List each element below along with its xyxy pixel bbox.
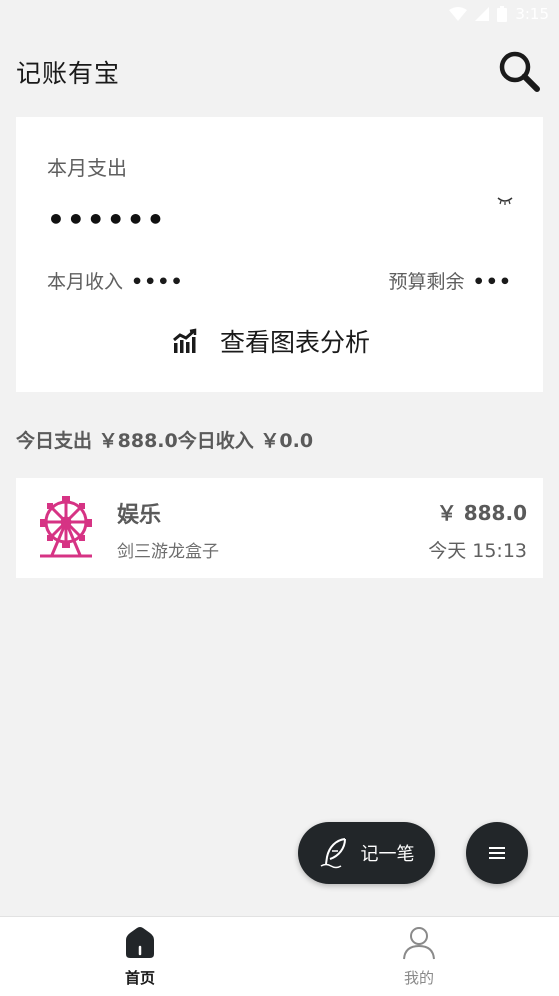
search-button[interactable] <box>496 48 544 92</box>
month-income-label: 本月收入 <box>47 271 124 293</box>
daily-income-value: ￥0.0 <box>260 430 314 452</box>
signal-icon <box>475 7 490 21</box>
menu-button[interactable] <box>466 822 528 884</box>
add-record-button[interactable]: 记一笔 <box>298 822 435 884</box>
budget-remaining-label: 预算剩余 <box>388 271 465 293</box>
chart-analysis-label: 查看图表分析 <box>220 328 371 357</box>
record-note: 剑三游龙盒子 <box>117 542 219 562</box>
nav-home-label: 首页 <box>124 969 155 987</box>
summary-card: 本月支出 •••••• 本月收入 •••• 预算剩余 ••• 查看图表分析 <box>16 117 543 392</box>
daily-income-label: 今日收入 <box>177 430 254 452</box>
chart-analysis-button[interactable]: 查看图表分析 <box>172 323 370 359</box>
nav-home[interactable]: 首页 <box>80 917 200 996</box>
battery-icon <box>497 6 508 22</box>
record-time: 今天 15:13 <box>428 540 527 562</box>
month-income-value: •••• <box>131 271 184 293</box>
status-time: 3:15 <box>515 5 549 23</box>
month-expense-label: 本月支出 <box>47 156 127 180</box>
month-income: 本月收入 •••• <box>47 267 184 294</box>
record-amount: ￥ 888.0 <box>436 501 527 525</box>
daily-summary: 今日支出 ￥888.0今日收入 ￥0.0 <box>16 426 313 453</box>
daily-expense-label: 今日支出 <box>16 430 93 452</box>
nav-mine[interactable]: 我的 <box>359 917 479 996</box>
ferris-wheel-icon <box>36 495 96 561</box>
budget-remaining: 预算剩余 ••• <box>389 267 512 294</box>
chart-trend-icon <box>173 328 197 353</box>
menu-icon <box>489 847 505 859</box>
record-category: 娱乐 <box>117 503 162 528</box>
status-bar: 3:15 <box>0 0 559 30</box>
record-item[interactable]: 娱乐 剑三游龙盒子 ￥ 888.0 今天 15:13 <box>16 478 543 578</box>
add-record-label: 记一笔 <box>360 844 415 865</box>
budget-remaining-value: ••• <box>472 271 512 293</box>
wifi-icon <box>449 7 468 21</box>
month-expense-value: •••••• <box>47 203 167 236</box>
bottom-nav: 首页 我的 <box>0 916 559 996</box>
app-title: 记账有宝 <box>16 59 121 88</box>
nav-mine-label: 我的 <box>403 969 434 987</box>
status-icons: 3:15 <box>449 5 549 23</box>
daily-expense-value: ￥888.0 <box>98 430 178 452</box>
eye-closed-icon[interactable] <box>494 193 516 207</box>
user-icon <box>403 927 435 960</box>
search-icon <box>499 51 540 92</box>
home-icon <box>126 927 154 958</box>
feather-pen-icon <box>320 838 346 869</box>
